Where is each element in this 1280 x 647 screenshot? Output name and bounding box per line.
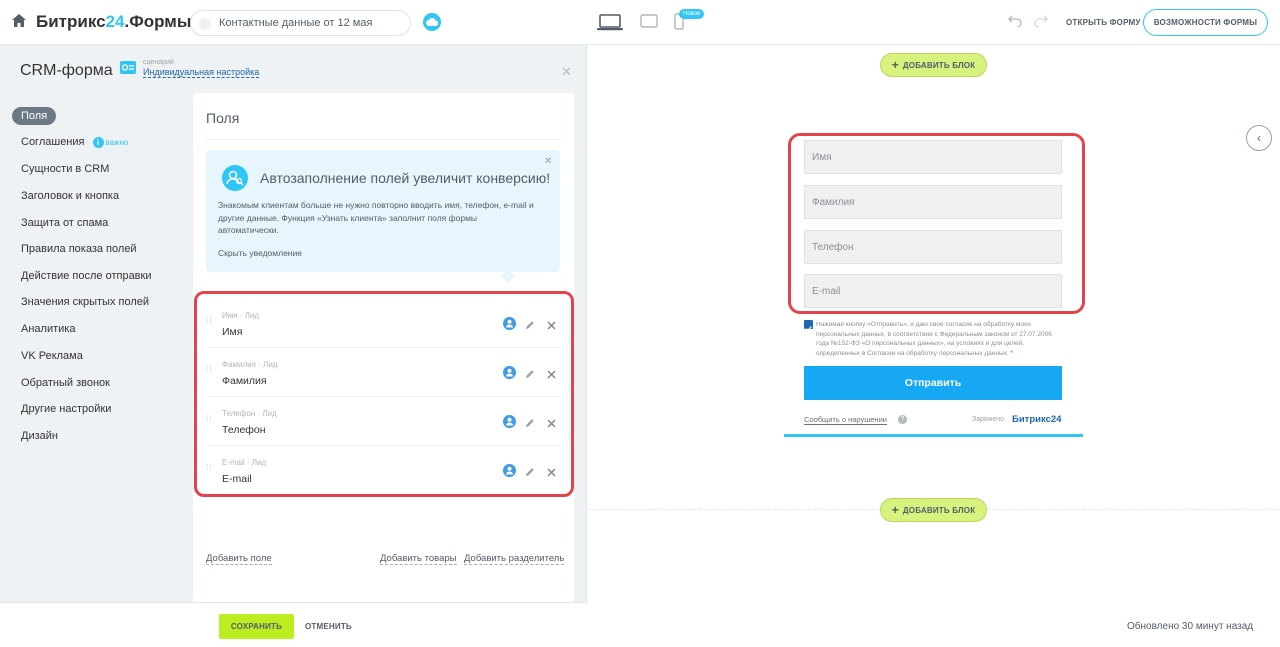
person-icon[interactable] [503, 317, 516, 330]
nav-item-label: Соглашения [21, 136, 85, 148]
help-icon[interactable]: ? [898, 415, 907, 424]
info-icon: i [92, 137, 104, 148]
add-products-link[interactable]: Добавить товары [380, 553, 457, 565]
home-icon[interactable] [12, 14, 28, 30]
field-source: E-mail · Лид [222, 458, 267, 467]
nav-item-crm-entities[interactable]: Сущности в CRM [21, 163, 109, 175]
top-bar: Битрикс24.Формы Контактные данные от 12 … [0, 0, 1280, 45]
add-block-button-bottom[interactable]: + ДОБАВИТЬ БЛОК [880, 498, 987, 522]
undo-icon[interactable] [1008, 14, 1022, 32]
field-row-lastname[interactable]: ⁞⁞ Фамилия · Лид Фамилия [206, 348, 562, 397]
save-button[interactable]: СОХРАНИТЬ [219, 614, 294, 639]
consent-text: Нажимая кнопку «Отправить», я даю свое с… [816, 321, 1052, 357]
close-icon[interactable]: ✕ [544, 156, 552, 167]
charged-by-label: Заряжено [972, 416, 1005, 423]
field-source: Фамилия · Лид [222, 360, 278, 369]
form-title-text: Контактные данные от 12 мая [219, 17, 373, 29]
user-search-icon [222, 165, 248, 191]
nav-item-analytics[interactable]: Аналитика [21, 323, 75, 335]
panel-footer: СОХРАНИТЬ ОТМЕНИТЬ [0, 602, 587, 647]
report-violation-link[interactable]: Сообщить о нарушении [804, 415, 887, 425]
email-input[interactable]: E-mail [804, 274, 1062, 308]
nav-item-agreements[interactable]: Соглашения i важно [21, 136, 128, 148]
nav-item-callback[interactable]: Обратный звонок [21, 377, 110, 389]
app-logo[interactable]: Битрикс24.Формы [36, 12, 191, 32]
field-name: E-mail [222, 473, 252, 485]
logo-number: 24 [105, 12, 125, 31]
logo-suffix: .Формы [124, 12, 192, 31]
nav-item-other-settings[interactable]: Другие настройки [21, 403, 111, 415]
cancel-button[interactable]: ОТМЕНИТЬ [305, 622, 352, 631]
scenario-icon [120, 61, 136, 74]
open-form-link[interactable]: ОТКРЫТЬ ФОРМУ [1066, 18, 1141, 27]
logo-text: Битрикс [36, 12, 106, 31]
field-row-email[interactable]: ⁞⁞ E-mail · Лид E-mail [206, 446, 562, 495]
close-icon[interactable]: ✕ [561, 64, 572, 80]
promo-text: Знакомым клиентам больше не нужно повтор… [218, 200, 534, 235]
nav-item-header-button[interactable]: Заголовок и кнопка [21, 190, 119, 202]
plus-icon: + [891, 503, 899, 517]
updated-status: Обновлено 30 минут назад [1127, 621, 1254, 632]
edit-icon[interactable] [525, 366, 535, 384]
lastname-input[interactable]: Фамилия [804, 185, 1062, 219]
consent-checkbox[interactable] [804, 320, 813, 332]
field-row-name[interactable]: ⁞⁞ Имя · Лид Имя [206, 299, 562, 348]
chevron-left-icon[interactable]: ‹ [1246, 125, 1272, 151]
important-badge: i важно [92, 137, 128, 148]
nav-item-field-rules[interactable]: Правила показа полей [21, 243, 137, 255]
divider [206, 139, 560, 140]
fields-list: ⁞⁞ Имя · Лид Имя ⁞⁞ Фамилия · Лид Фамили… [194, 291, 574, 497]
bitrix24-brand[interactable]: Битрикс24 [1012, 414, 1061, 425]
form-preview-area: + ДОБАВИТЬ БЛОК ‹ Имя Фамилия Телефон E-m… [588, 45, 1280, 647]
nav-item-after-submit[interactable]: Действие после отправки [21, 270, 152, 282]
panel-title: CRM-форма [20, 62, 113, 79]
add-block-button-top[interactable]: + ДОБАВИТЬ БЛОК [880, 53, 987, 77]
edit-icon[interactable] [525, 464, 535, 482]
hide-notice-link[interactable]: Скрыть уведомление [218, 248, 302, 258]
person-icon[interactable] [503, 464, 516, 477]
person-icon[interactable] [503, 366, 516, 379]
phone-input[interactable]: Телефон [804, 230, 1062, 264]
delete-icon[interactable] [547, 366, 556, 384]
nav-item-fields[interactable]: Поля [12, 107, 57, 125]
plus-icon: + [891, 58, 899, 72]
cloud-save-icon[interactable] [423, 13, 441, 31]
edit-icon[interactable] [525, 317, 535, 335]
field-name: Телефон [222, 424, 266, 436]
form-features-button[interactable]: ВОЗМОЖНОСТИ ФОРМЫ [1143, 9, 1268, 36]
card-title: Поля [206, 110, 240, 126]
tablet-view-icon[interactable] [640, 14, 658, 34]
nav-item-vk-ads[interactable]: VK Реклама [21, 350, 83, 362]
delete-icon[interactable] [547, 415, 556, 433]
add-field-link[interactable]: Добавить поле [206, 553, 272, 565]
redo-icon[interactable] [1034, 14, 1048, 32]
field-source: Имя · Лид [222, 311, 260, 320]
name-input[interactable]: Имя [804, 140, 1062, 174]
promo-title: Автозаполнение полей увеличит конверсию! [260, 170, 551, 186]
field-name: Имя [222, 326, 243, 338]
new-badge: Новое [679, 9, 705, 19]
drag-handle-icon[interactable]: ⁞⁞ [206, 366, 212, 378]
autofill-promo: Автозаполнение полей увеличит конверсию!… [206, 150, 560, 272]
add-separator-link[interactable]: Добавить разделитель [464, 553, 565, 565]
scenario-selector[interactable]: Индивидуальная настройка [143, 67, 260, 78]
delete-icon[interactable] [547, 317, 556, 335]
submit-button[interactable]: Отправить [804, 366, 1062, 400]
form-underline [784, 434, 1083, 437]
person-icon[interactable] [503, 415, 516, 428]
nav-item-spam-protection[interactable]: Защита от спама [21, 217, 108, 229]
edit-icon[interactable] [525, 415, 535, 433]
form-title-input[interactable]: Контактные данные от 12 мая [190, 10, 411, 36]
desktop-view-icon[interactable] [597, 14, 623, 36]
delete-icon[interactable] [547, 464, 556, 482]
field-row-phone[interactable]: ⁞⁞ Телефон · Лид Телефон [206, 397, 562, 446]
field-name: Фамилия [222, 375, 267, 387]
scenario-label: сценарий [143, 59, 174, 66]
nav-item-design[interactable]: Дизайн [21, 430, 58, 442]
nav-item-hidden-fields[interactable]: Значения скрытых полей [21, 296, 149, 308]
drag-handle-icon[interactable]: ⁞⁞ [206, 317, 212, 329]
drag-handle-icon[interactable]: ⁞⁞ [206, 415, 212, 427]
drag-handle-icon[interactable]: ⁞⁞ [206, 464, 212, 476]
field-source: Телефон · Лид [222, 409, 277, 418]
